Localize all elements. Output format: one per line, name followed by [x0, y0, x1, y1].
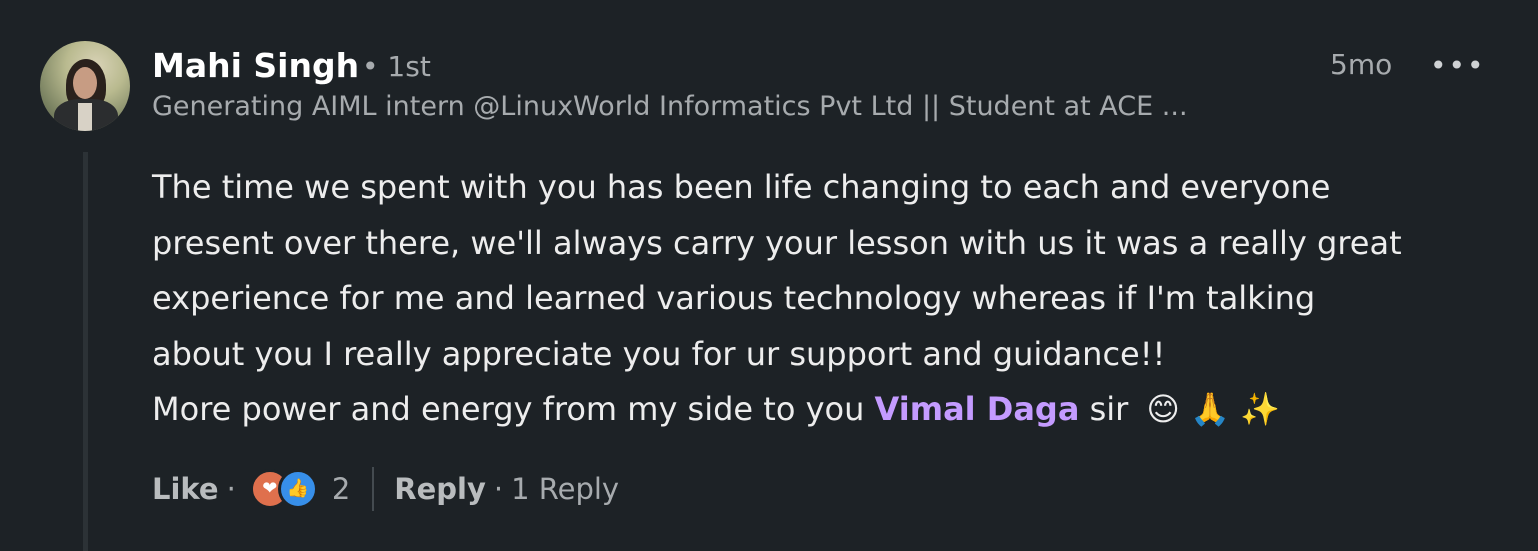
separator-dot: ·	[493, 472, 504, 506]
comment-line-suffix: sir	[1089, 390, 1129, 428]
connection-degree: • 1st	[362, 50, 431, 83]
comment-line: experience for me and learned various te…	[152, 279, 1316, 317]
reply-count-link[interactable]: 1 Reply	[511, 472, 619, 506]
thread-line	[83, 152, 88, 551]
like-icon: 👍	[277, 469, 318, 509]
timestamp: 5mo	[1330, 48, 1393, 81]
action-divider	[372, 467, 375, 511]
reaction-count[interactable]: 2	[332, 472, 350, 506]
comment-actions: Like · ❤ 👍 2 Reply · 1 Reply	[152, 465, 619, 513]
avatar-face	[73, 67, 97, 99]
reply-button[interactable]: Reply	[394, 472, 486, 506]
comment-line-prefix: More power and energy from my side to yo…	[152, 390, 865, 428]
separator-dot: ·	[226, 472, 236, 506]
comment-text: The time we spent with you has been life…	[152, 160, 1512, 438]
avatar-shirt	[78, 103, 92, 131]
comment-line: present over there, we'll always carry y…	[152, 223, 1402, 262]
comment-line-last: More power and energy from my side to yo…	[152, 382, 1512, 438]
avatar[interactable]	[40, 41, 130, 131]
comment-line: The time we spent with you has been life…	[152, 168, 1331, 206]
reactions-summary[interactable]: ❤ 👍	[249, 469, 318, 509]
author-headline: Generating AIML intern @LinuxWorld Infor…	[152, 91, 1188, 122]
more-options-icon[interactable]: •••	[1430, 48, 1484, 84]
comment-line: about you I really appreciate you for ur…	[152, 334, 1166, 373]
mention-link[interactable]: Vimal Daga	[875, 390, 1080, 428]
author-name[interactable]: Mahi Singh	[152, 46, 359, 85]
like-button[interactable]: Like	[152, 472, 219, 506]
emoji-group: 😊 🙏 ✨	[1146, 390, 1280, 428]
